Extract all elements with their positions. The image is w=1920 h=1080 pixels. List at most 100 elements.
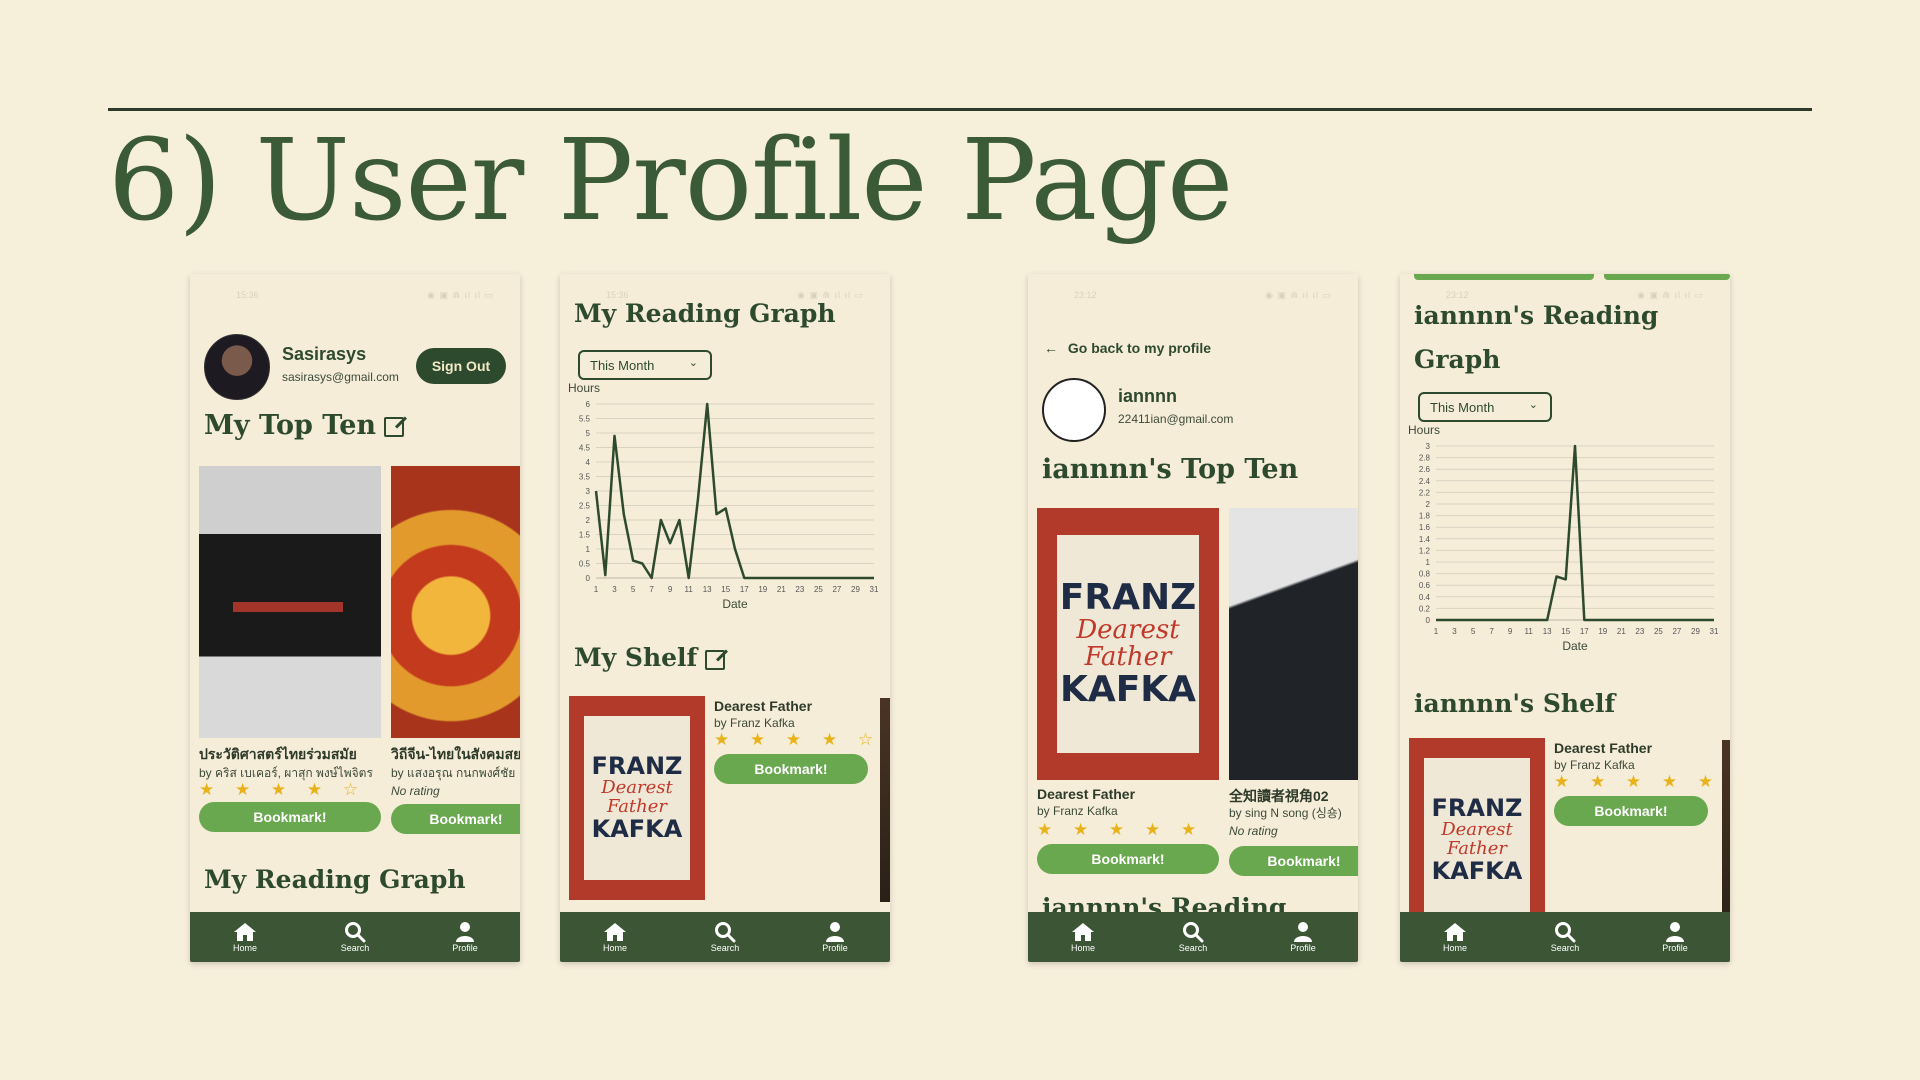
nav-search[interactable]: Search xyxy=(1158,921,1228,953)
nav-search[interactable]: Search xyxy=(690,921,760,953)
book-title[interactable]: Dearest Father xyxy=(714,698,812,714)
y-axis-label: Hours xyxy=(1408,424,1440,437)
x-tick-label: 1 xyxy=(594,585,599,594)
nav-search-label: Search xyxy=(340,943,370,953)
book-title[interactable]: ประวัติศาสตร์ไทยร่วมสมัย xyxy=(199,744,381,766)
book-author: by Franz Kafka xyxy=(1554,758,1635,772)
x-tick-label: 25 xyxy=(814,585,823,594)
book-title[interactable]: วิถีจีน-ไทยในสังคมสยาม xyxy=(391,744,520,766)
y-tick-label: 2.6 xyxy=(1419,465,1431,474)
nav-profile[interactable]: Profile xyxy=(1640,921,1710,953)
book-cover[interactable] xyxy=(199,466,381,738)
nav-home[interactable]: Home xyxy=(1420,921,1490,953)
sign-out-button[interactable]: Sign Out xyxy=(416,348,506,384)
search-icon xyxy=(714,921,736,943)
bookmark-button[interactable]: Bookmark! xyxy=(1554,796,1708,826)
nav-profile[interactable]: Profile xyxy=(800,921,870,953)
y-tick-label: 1.5 xyxy=(579,531,591,540)
y-tick-label: 1.6 xyxy=(1419,523,1431,532)
search-icon xyxy=(1182,921,1204,943)
y-tick-label: 5 xyxy=(586,429,591,438)
avatar xyxy=(204,334,270,400)
nav-home[interactable]: Home xyxy=(1048,921,1118,953)
x-tick-label: 21 xyxy=(777,585,786,594)
x-tick-label: 3 xyxy=(612,585,617,594)
x-tick-label: 19 xyxy=(1598,627,1607,636)
scroll-stub xyxy=(1414,274,1594,280)
book-cover[interactable] xyxy=(391,466,520,738)
book-author: by Franz Kafka xyxy=(1037,804,1118,818)
home-icon xyxy=(233,921,257,943)
status-icons: ◉ ▣ ⋒ ıl ıl ▭ xyxy=(427,290,494,300)
no-rating-label: No rating xyxy=(391,784,440,798)
y-tick-label: 5.5 xyxy=(579,415,591,424)
bottom-nav: Home Search Profile xyxy=(1400,912,1730,962)
x-tick-label: 11 xyxy=(1525,627,1534,636)
book-title[interactable]: Dearest Father xyxy=(1037,786,1219,802)
nav-home[interactable]: Home xyxy=(580,921,650,953)
cover-word: KAFKA xyxy=(1059,669,1197,711)
cover-text: FRANZ Dearest Father KAFKA xyxy=(1423,758,1531,922)
book-cover[interactable] xyxy=(880,698,890,902)
edit-icon[interactable] xyxy=(384,416,405,437)
nav-profile-label: Profile xyxy=(452,943,478,953)
nav-home[interactable]: Home xyxy=(210,921,280,953)
search-icon xyxy=(1554,921,1576,943)
home-icon xyxy=(1443,921,1467,943)
reading-graph-heading: iannnn's Reading Graph xyxy=(1414,294,1658,382)
rating-stars: ★ ★ ★ ★ ☆ xyxy=(714,730,882,749)
edit-icon[interactable] xyxy=(705,649,726,670)
x-tick-label: 9 xyxy=(1508,627,1513,636)
y-tick-label: 6 xyxy=(586,400,591,409)
book-cover[interactable] xyxy=(1229,508,1358,780)
book-title[interactable]: Dearest Father xyxy=(1554,740,1652,756)
screen-other-graph: 23:12 ◉ ▣ ⋒ ıl ıl ▭ iannnn's Reading Gra… xyxy=(1400,274,1730,962)
x-tick-label: 27 xyxy=(832,585,841,594)
shelf-heading: My Shelf xyxy=(574,642,726,675)
rating-stars: ★ ★ ★ ★ ☆ xyxy=(199,780,367,799)
book-cover[interactable]: FRANZ Dearest Father KAFKA xyxy=(1037,508,1219,780)
nav-profile[interactable]: Profile xyxy=(430,921,500,953)
x-tick-label: 7 xyxy=(649,585,654,594)
series-line xyxy=(1436,444,1714,622)
bookmark-button[interactable]: Bookmark! xyxy=(714,754,868,784)
back-link[interactable]: ← Go back to my profile xyxy=(1044,340,1211,356)
y-tick-label: 2.2 xyxy=(1419,488,1431,497)
bookmark-button[interactable]: Bookmark! xyxy=(1229,846,1358,876)
nav-search[interactable]: Search xyxy=(1530,921,1600,953)
x-tick-label: 13 xyxy=(703,585,712,594)
bottom-nav: Home Search Profile xyxy=(190,912,520,962)
y-tick-label: 3 xyxy=(1426,442,1431,451)
nav-search[interactable]: Search xyxy=(320,921,390,953)
status-time: 15:36 xyxy=(236,290,259,300)
y-tick-label: 2 xyxy=(586,516,591,525)
rating-stars: ★ ★ ★ ★ ★ xyxy=(1037,820,1205,839)
period-dropdown[interactable]: This Month ⌄ xyxy=(1418,392,1552,422)
cover-word: Father xyxy=(1084,642,1172,672)
back-link-label: Go back to my profile xyxy=(1067,340,1212,356)
book-author: by sing N song (싱숑) xyxy=(1229,806,1342,820)
reading-chart: 0 0.2 0.4 0.6 0.8 1 1.2 1.4 1.6 1.8 2 2.2 2.4 2.6 2.8 3… xyxy=(1406,424,1722,662)
y-tick-label: 1.2 xyxy=(1419,546,1431,555)
book-cover[interactable]: FRANZ Dearest Father KAFKA xyxy=(569,696,705,900)
y-tick-label: 0 xyxy=(1426,616,1431,625)
x-tick-label: 11 xyxy=(685,585,694,594)
y-tick-label: 1.8 xyxy=(1419,512,1431,521)
x-tick-label: 7 xyxy=(1489,627,1494,636)
x-tick-label: 23 xyxy=(1635,627,1644,636)
bookmark-button[interactable]: Bookmark! xyxy=(1037,844,1219,874)
reading-graph-heading: My Reading Graph xyxy=(204,865,466,894)
status-time: 23:12 xyxy=(1074,290,1097,300)
shelf-heading-text: My Shelf xyxy=(574,643,698,672)
y-tick-label: 2.8 xyxy=(1419,454,1431,463)
nav-profile[interactable]: Profile xyxy=(1268,921,1338,953)
book-title[interactable]: 全知讀者視角02 xyxy=(1229,786,1358,806)
period-dropdown[interactable]: This Month ⌄ xyxy=(578,350,712,380)
screen-other-profile: 23:12 ◉ ▣ ⋒ ıl ıl ▭ ← Go back to my prof… xyxy=(1028,274,1358,962)
bookmark-button[interactable]: Bookmark! xyxy=(391,804,520,834)
cover-word: KAFKA xyxy=(1431,856,1523,885)
search-icon xyxy=(344,921,366,943)
y-tick-label: 4 xyxy=(586,458,591,467)
screen-my-graph: 15:36 ◉ ▣ ⋒ ıl ıl ▭ My Reading Graph Thi… xyxy=(560,274,890,962)
bookmark-button[interactable]: Bookmark! xyxy=(199,802,381,832)
